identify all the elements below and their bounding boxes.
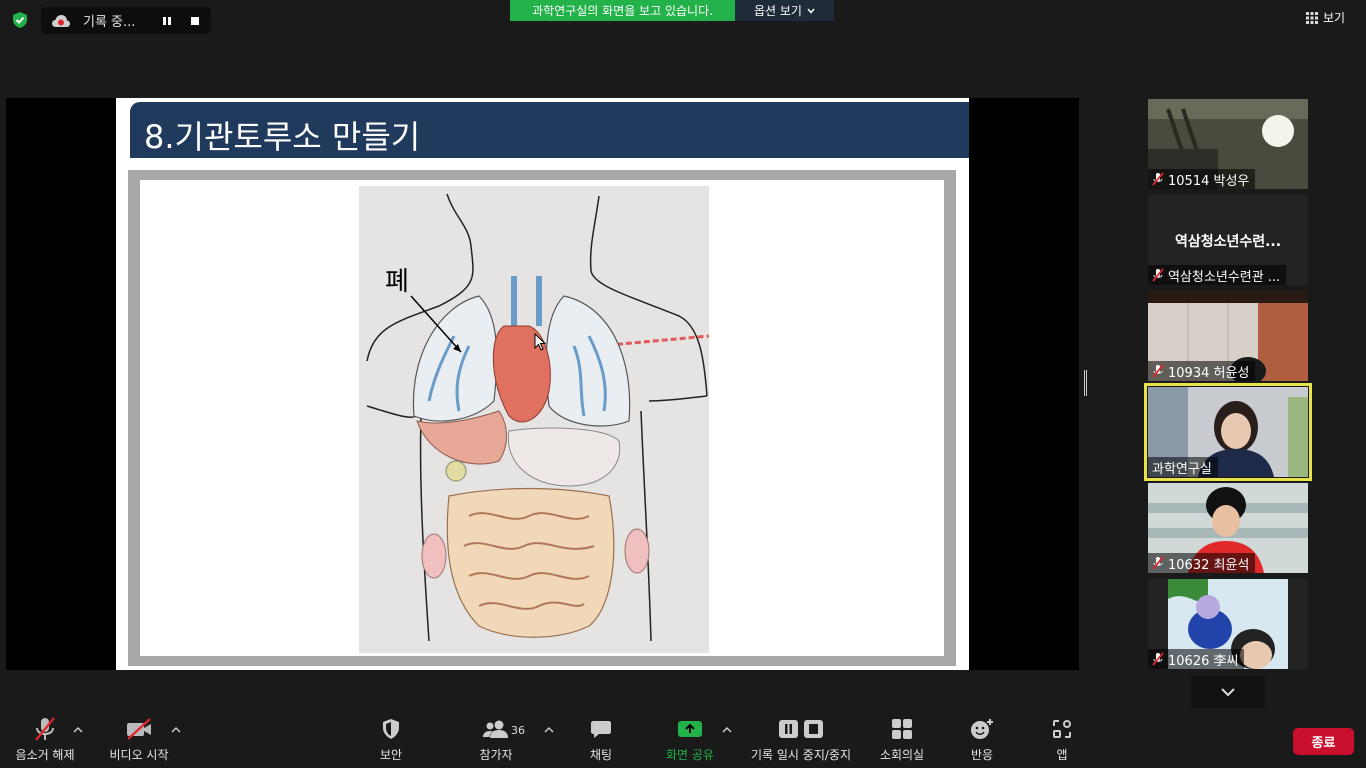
torso-model-photo: 폐 bbox=[359, 186, 709, 653]
share-screen-label: 화면 공유 bbox=[666, 748, 714, 762]
video-off-icon bbox=[127, 718, 151, 740]
participant-name: 과학연구실 bbox=[1152, 461, 1212, 477]
lung-annotation: 폐 bbox=[385, 267, 409, 297]
security-label: 보안 bbox=[379, 748, 403, 762]
share-screen-icon bbox=[678, 721, 702, 737]
share-screen-button[interactable]: 화면 공유 bbox=[663, 714, 717, 763]
start-video-button[interactable]: 비디오 시작 bbox=[107, 714, 171, 763]
muted-mic-icon bbox=[1152, 172, 1164, 186]
participant-name: 역삼청소년수련관 ... bbox=[1168, 269, 1281, 285]
chevron-down-icon bbox=[807, 8, 815, 14]
share-options-caret-icon[interactable] bbox=[722, 726, 732, 734]
security-button[interactable]: 보안 bbox=[376, 714, 406, 763]
chat-label: 채팅 bbox=[589, 748, 613, 762]
participant-tile[interactable]: 역삼청소년수련... 역삼청소년수련관 ... bbox=[1148, 195, 1308, 285]
shared-screen: 8.기관토루소 만들기 폐 bbox=[6, 98, 1079, 670]
grid-view-icon bbox=[1306, 11, 1318, 24]
breakout-rooms-icon bbox=[892, 719, 912, 739]
unmute-label: 음소거 해제 bbox=[15, 748, 75, 762]
muted-microphone-icon bbox=[35, 717, 55, 741]
encryption-shield-icon[interactable] bbox=[11, 11, 29, 29]
view-options-button[interactable]: 옵션 보기 bbox=[735, 0, 834, 21]
reactions-button[interactable]: 반응 bbox=[969, 714, 995, 763]
slide-title-bar: 8.기관토루소 만들기 bbox=[130, 102, 969, 158]
reactions-label: 반응 bbox=[970, 748, 994, 762]
pause-stop-recording-button[interactable]: 기록 일시 중지/중지 bbox=[747, 714, 855, 763]
apps-label: 앱 bbox=[1056, 748, 1068, 762]
recording-label: 기록 중... bbox=[83, 15, 136, 30]
breakout-rooms-button[interactable]: 소회의실 bbox=[877, 714, 927, 763]
reaction-smiley-icon bbox=[971, 719, 993, 739]
gallery-next-page-button[interactable] bbox=[1191, 676, 1265, 708]
apps-icon bbox=[1053, 720, 1071, 738]
participant-gallery: 10514 박성우 역삼청소년수련... 역삼청소년수련관 ... 10934 … bbox=[1144, 99, 1312, 675]
participants-button[interactable]: 참가자 bbox=[476, 714, 516, 763]
breakout-rooms-label: 소회의실 bbox=[879, 748, 925, 762]
presentation-slide: 8.기관토루소 만들기 폐 bbox=[116, 98, 969, 670]
mouse-cursor-icon bbox=[534, 333, 546, 351]
participant-tile[interactable]: 10626 李씨 bbox=[1148, 579, 1308, 669]
view-button[interactable]: 보기 bbox=[1306, 9, 1345, 26]
slide-image-frame: 폐 bbox=[128, 170, 956, 666]
video-options-caret-icon[interactable] bbox=[171, 726, 181, 734]
participants-options-caret-icon[interactable] bbox=[544, 726, 554, 734]
recording-indicator: 기록 중... bbox=[41, 7, 211, 34]
participant-tile[interactable]: 10514 박성우 bbox=[1148, 99, 1308, 189]
chat-bubble-icon bbox=[591, 721, 611, 738]
stop-recording-icon[interactable] bbox=[189, 15, 201, 27]
muted-mic-icon bbox=[1152, 364, 1164, 378]
chevron-down-icon bbox=[1221, 688, 1235, 697]
apps-button[interactable]: 앱 bbox=[1050, 714, 1074, 763]
participant-tile[interactable]: 10632 최윤석 bbox=[1148, 483, 1308, 573]
participant-name: 10514 박성우 bbox=[1168, 173, 1250, 189]
split-view-handle[interactable] bbox=[1084, 370, 1087, 396]
participant-tile[interactable]: 10934 허윤성 bbox=[1148, 291, 1308, 381]
pause-stop-recording-label: 기록 일시 중지/중지 bbox=[751, 748, 851, 762]
slide-image-area: 폐 bbox=[140, 180, 944, 656]
muted-mic-icon bbox=[1152, 268, 1164, 282]
view-label: 보기 bbox=[1323, 11, 1346, 25]
meeting-top-bar: 기록 중... 과학연구실의 화면을 보고 있습니다. 옵션 보기 보기 bbox=[0, 0, 1366, 40]
active-speaker-tile[interactable]: 과학연구실 bbox=[1144, 383, 1312, 481]
start-video-label: 비디오 시작 bbox=[109, 748, 169, 762]
unmute-button[interactable]: 음소거 해제 bbox=[14, 714, 76, 763]
pause-stop-icon bbox=[779, 720, 823, 738]
view-options-label: 옵션 보기 bbox=[754, 4, 802, 18]
screen-share-banner: 과학연구실의 화면을 보고 있습니다. bbox=[510, 0, 735, 21]
meeting-toolbar: 음소거 해제 비디오 시작 보안 참가자 36 채팅 화면 공유 기록 일시 중… bbox=[0, 714, 1366, 768]
participant-name: 10632 최윤석 bbox=[1168, 557, 1250, 573]
chat-button[interactable]: 채팅 bbox=[588, 714, 614, 763]
pause-recording-icon[interactable] bbox=[161, 15, 173, 27]
participant-name: 10934 허윤성 bbox=[1168, 365, 1250, 381]
participant-name: 10626 李씨 bbox=[1168, 653, 1239, 669]
muted-mic-icon bbox=[1152, 556, 1164, 570]
participants-icon bbox=[483, 720, 508, 738]
participant-display-name: 역삼청소년수련... bbox=[1174, 234, 1282, 250]
participants-count: 36 bbox=[511, 724, 525, 737]
organ-torso-illustration: 폐 bbox=[359, 186, 709, 653]
security-shield-icon bbox=[383, 719, 399, 739]
end-meeting-button[interactable]: 종료 bbox=[1293, 728, 1354, 755]
cloud-recording-icon bbox=[52, 14, 70, 27]
muted-mic-icon bbox=[1152, 652, 1164, 666]
audio-options-caret-icon[interactable] bbox=[73, 726, 83, 734]
participants-label: 참가자 bbox=[479, 748, 513, 762]
slide-title: 8.기관토루소 만들기 bbox=[144, 118, 421, 156]
